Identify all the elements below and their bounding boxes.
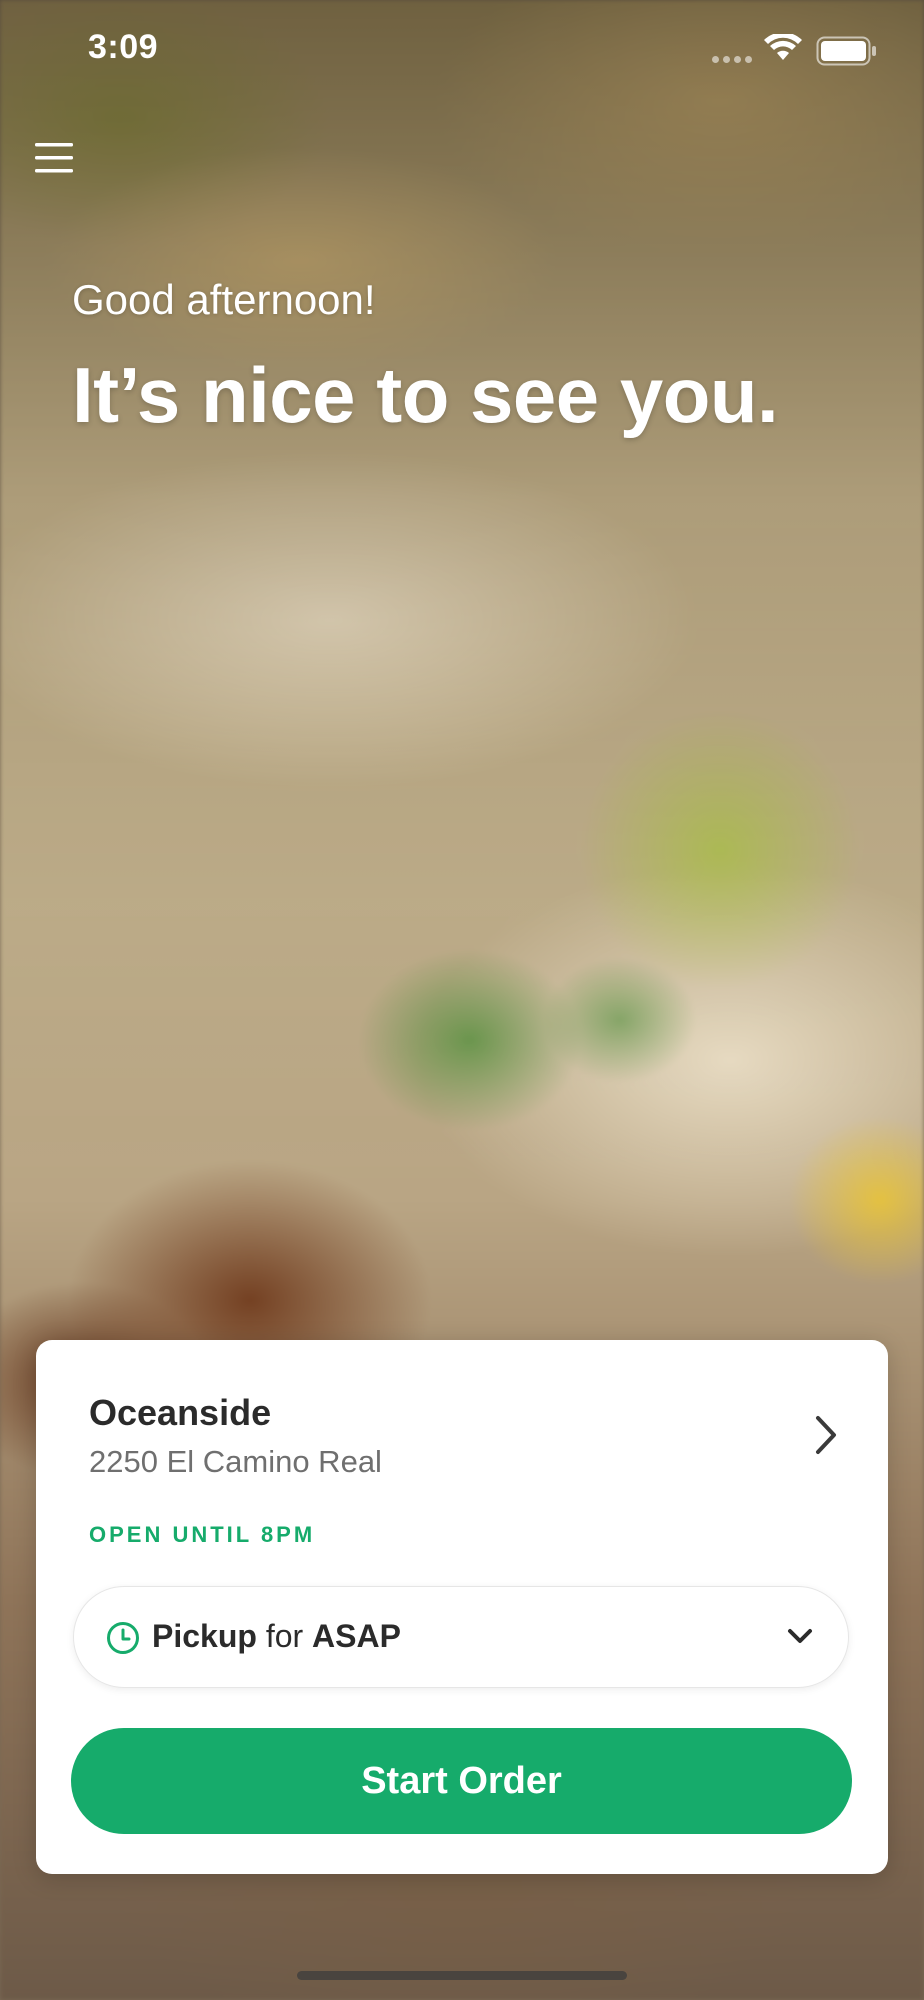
store-hours-label: OPEN UNTIL 8PM xyxy=(89,1522,316,1547)
status-bar: 3:09 xyxy=(0,0,924,100)
order-card: Oceanside 2250 El Camino Real OPEN UNTIL… xyxy=(36,1340,888,1874)
status-time: 3:09 xyxy=(88,28,159,66)
start-order-button[interactable]: Start Order xyxy=(71,1728,852,1834)
hamburger-menu-button[interactable] xyxy=(32,136,76,180)
store-name: Oceanside xyxy=(89,1392,272,1433)
clock-icon xyxy=(107,1622,139,1654)
headline-text: It’s nice to see you. xyxy=(72,351,779,439)
store-address: 2250 El Camino Real xyxy=(89,1444,382,1479)
pickup-summary: Pickup for ASAP xyxy=(152,1618,401,1655)
pickup-time-selector[interactable]: Pickup for ASAP xyxy=(73,1586,849,1688)
chevron-right-icon xyxy=(816,1416,836,1454)
hamburger-menu-icon xyxy=(35,143,73,173)
store-selector[interactable]: Oceanside 2250 El Camino Real xyxy=(36,1340,888,1540)
chevron-down-icon xyxy=(788,1629,812,1643)
battery-icon xyxy=(816,36,876,66)
pickup-time: ASAP xyxy=(312,1618,401,1654)
pickup-mode: Pickup xyxy=(152,1618,257,1654)
wifi-icon xyxy=(764,34,802,60)
home-indicator[interactable] xyxy=(297,1971,627,1980)
pickup-connector: for xyxy=(265,1618,304,1654)
cellular-signal-icon xyxy=(712,56,752,63)
greeting-text: Good afternoon! xyxy=(72,276,376,323)
